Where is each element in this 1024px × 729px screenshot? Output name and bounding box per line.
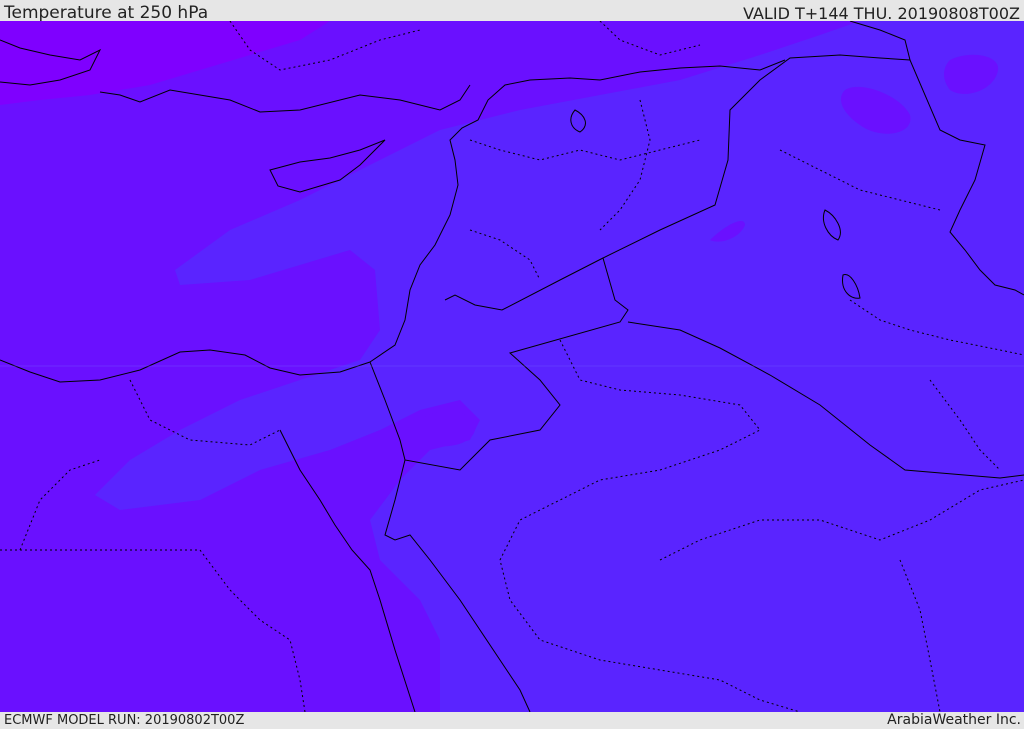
map-title: Temperature at 250 hPa xyxy=(4,3,209,23)
credit-label: ArabiaWeather Inc. xyxy=(887,712,1021,728)
model-run-label: ECMWF MODEL RUN: 20190802T00Z xyxy=(4,713,245,728)
header-bar: Temperature at 250 hPa VALID T+144 THU. … xyxy=(0,0,1024,23)
footer-bar: ECMWF MODEL RUN: 20190802T00Z ArabiaWeat… xyxy=(0,712,1024,729)
temperature-map xyxy=(0,21,1024,712)
